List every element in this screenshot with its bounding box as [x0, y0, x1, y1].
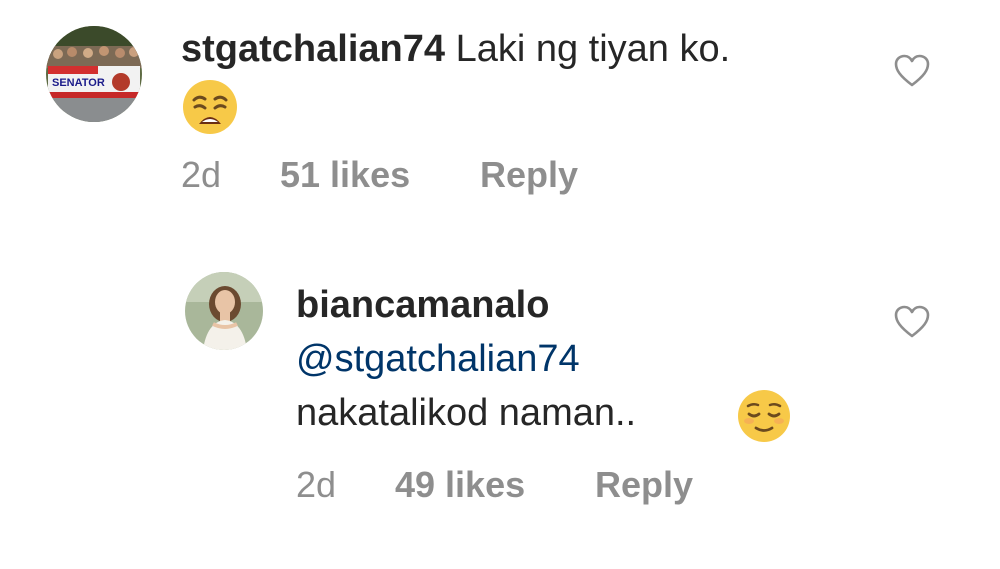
username[interactable]: biancamanalo	[296, 284, 549, 326]
comment-stgatchalian74: SENATOR stgatchalian74 Laki ng tiyan ko.…	[0, 0, 1000, 230]
avatar[interactable]: SENATOR	[46, 26, 142, 122]
comment-biancamanalo: biancamanalo @stgatchalian74 nakatalikod…	[0, 250, 1000, 550]
relieved-face-emoji-icon	[736, 388, 792, 444]
reply-username-line: biancamanalo	[296, 282, 549, 328]
comment-meta: 2d 51 likes Reply	[181, 154, 681, 198]
comment-message: Laki ng tiyan ko.	[455, 28, 731, 70]
reply-button[interactable]: Reply	[595, 464, 693, 506]
reply-message-line: nakatalikod naman..	[296, 390, 636, 436]
comment-body: stgatchalian74 Laki ng tiyan ko.	[181, 26, 730, 72]
svg-text:SENATOR: SENATOR	[52, 77, 105, 89]
timestamp: 2d	[296, 464, 337, 505]
reply-mention-line: @stgatchalian74	[296, 336, 580, 382]
comment-meta: 2d 49 likes Reply	[296, 464, 796, 508]
mention-link[interactable]: @stgatchalian74	[296, 338, 580, 380]
comment-message: nakatalikod naman..	[296, 392, 637, 434]
likes-count[interactable]: 51 likes	[280, 154, 410, 196]
reply-button[interactable]: Reply	[480, 154, 578, 196]
avatar[interactable]	[185, 272, 263, 350]
timestamp: 2d	[181, 154, 222, 195]
username[interactable]: stgatchalian74	[181, 28, 445, 70]
like-heart-icon[interactable]	[894, 54, 930, 88]
like-heart-icon[interactable]	[894, 305, 930, 339]
likes-count[interactable]: 49 likes	[395, 464, 525, 506]
weary-face-emoji-icon	[181, 78, 239, 136]
